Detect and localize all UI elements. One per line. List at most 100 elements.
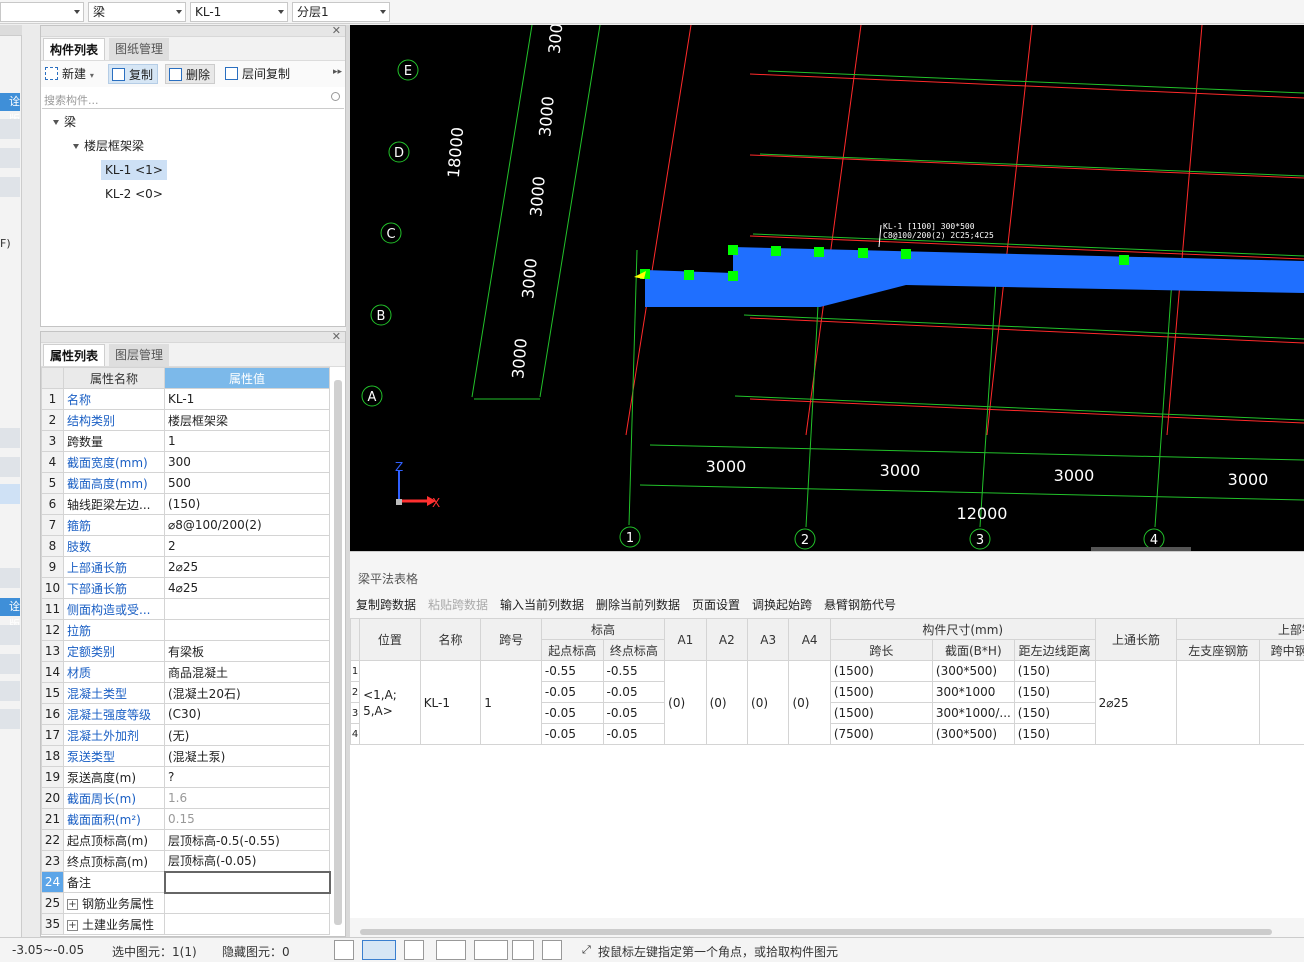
delete-button[interactable]: 删除 bbox=[165, 64, 216, 84]
ortho-toggle-icon[interactable] bbox=[334, 940, 354, 960]
property-value[interactable]: 300 bbox=[164, 451, 330, 473]
property-row[interactable]: 4 截面宽度(mm) 300 bbox=[41, 451, 330, 473]
property-row[interactable]: 25 + 钢筋业务属性 bbox=[41, 892, 330, 914]
property-value[interactable] bbox=[164, 913, 330, 935]
select-mode-icon[interactable] bbox=[362, 940, 396, 960]
property-row[interactable]: 16 混凝土强度等级 (C30) bbox=[41, 703, 330, 725]
top-through-cell[interactable]: 2⌀25 bbox=[1094, 660, 1178, 745]
position-cell[interactable]: <1,A; 5,A> bbox=[359, 660, 421, 745]
property-row[interactable]: 3 跨数量 1 bbox=[41, 430, 330, 452]
tab-layer-manager[interactable]: 图层管理 bbox=[109, 344, 170, 366]
type-combo[interactable]: 梁 bbox=[88, 2, 186, 22]
left-seat-cell[interactable] bbox=[1176, 660, 1261, 745]
arc-tool-icon[interactable] bbox=[542, 940, 562, 960]
a2-cell[interactable]: (0) bbox=[705, 660, 749, 745]
property-row[interactable]: 11 侧面构造或受... bbox=[41, 598, 330, 620]
a1-cell[interactable]: (0) bbox=[664, 660, 707, 745]
beam-table-hscrollbar[interactable] bbox=[360, 929, 1272, 935]
tree-item-kl2[interactable]: KL-2 <0> bbox=[105, 184, 163, 204]
strip-tag-2[interactable]: 诠版 bbox=[0, 598, 20, 631]
strip-item[interactable] bbox=[0, 177, 20, 197]
copy-span-data-button[interactable]: 复制跨数据 bbox=[356, 596, 416, 613]
tab-component-list[interactable]: 构件列表 bbox=[43, 38, 106, 60]
property-value[interactable]: (混凝土20石) bbox=[164, 682, 330, 704]
angle-snap-icon[interactable] bbox=[436, 940, 466, 960]
offset-cell[interactable]: (150) bbox=[1013, 723, 1096, 745]
span-length-cell[interactable]: (1500) bbox=[829, 681, 933, 703]
tab-property-list[interactable]: 属性列表 bbox=[43, 344, 106, 366]
copy-button[interactable]: 复制 bbox=[108, 64, 159, 84]
component-combo[interactable]: KL-1 bbox=[190, 2, 288, 22]
property-row[interactable]: 13 定额类别 有梁板 bbox=[41, 640, 330, 662]
property-value[interactable]: ? bbox=[164, 766, 330, 788]
property-value[interactable]: 楼层框架梁 bbox=[164, 409, 330, 431]
property-row[interactable]: 2 结构类别 楼层框架梁 bbox=[41, 409, 330, 431]
a3-cell[interactable]: (0) bbox=[747, 660, 790, 745]
new-button[interactable]: 新建 ▾ bbox=[42, 64, 98, 84]
input-column-data-button[interactable]: 输入当前列数据 bbox=[500, 596, 584, 613]
beam-kl1[interactable] bbox=[645, 247, 1304, 307]
property-value[interactable]: KL-1 bbox=[164, 388, 330, 410]
span-cell[interactable]: 1 bbox=[480, 660, 542, 745]
strip-item[interactable] bbox=[0, 428, 20, 448]
cantilever-rebar-code-button[interactable]: 悬臂钢筋代号 bbox=[824, 596, 896, 613]
strip-item[interactable] bbox=[0, 654, 20, 674]
strip-item[interactable] bbox=[0, 709, 20, 729]
component-search-input[interactable]: 搜索构件... bbox=[42, 89, 344, 109]
property-row[interactable]: 8 肢数 2 bbox=[41, 535, 330, 557]
section-cell[interactable]: (300*500) bbox=[931, 660, 1015, 682]
elev-end-cell[interactable]: -0.05 bbox=[602, 702, 666, 724]
property-row[interactable]: 24 备注 bbox=[41, 870, 331, 894]
property-row[interactable]: 10 下部通长筋 4⌀25 bbox=[41, 577, 330, 599]
offset-cell[interactable]: (150) bbox=[1013, 681, 1096, 703]
property-row[interactable]: 9 上部通长筋 2⌀25 bbox=[41, 556, 330, 578]
property-row[interactable]: 15 混凝土类型 (混凝土20石) bbox=[41, 682, 330, 704]
property-value[interactable] bbox=[164, 598, 330, 620]
close-icon[interactable]: ✕ bbox=[332, 24, 341, 37]
strip-item[interactable] bbox=[0, 148, 20, 168]
property-row[interactable]: 14 材质 商品混凝土 bbox=[41, 661, 330, 683]
section-cell[interactable]: (300*500) bbox=[931, 723, 1015, 745]
property-row[interactable]: 23 终点顶标高(m) 层顶标高(-0.05) bbox=[41, 850, 330, 872]
property-row[interactable]: 17 混凝土外加剂 (无) bbox=[41, 724, 330, 746]
property-value[interactable]: 2 bbox=[164, 535, 330, 557]
property-value[interactable]: (150) bbox=[164, 493, 330, 515]
layer-combo[interactable]: 分层1 bbox=[292, 2, 390, 22]
property-value[interactable]: 层顶标高-0.5(-0.55) bbox=[164, 829, 330, 851]
section-cell[interactable]: 300*1000/... bbox=[931, 702, 1015, 724]
elev-end-cell[interactable]: -0.55 bbox=[602, 660, 666, 682]
cross-select-icon[interactable] bbox=[404, 940, 424, 960]
property-row[interactable]: 1 名称 KL-1 bbox=[41, 388, 330, 410]
offset-cell[interactable]: (150) bbox=[1013, 702, 1096, 724]
property-value[interactable]: 2⌀25 bbox=[164, 556, 330, 578]
dynamic-input-icon[interactable] bbox=[512, 940, 534, 960]
property-scrollbar[interactable] bbox=[334, 380, 342, 925]
property-value[interactable]: 商品混凝土 bbox=[164, 661, 330, 683]
property-value[interactable]: 1.6 bbox=[164, 787, 330, 809]
elev-end-cell[interactable]: -0.05 bbox=[602, 723, 666, 745]
property-row[interactable]: 22 起点顶标高(m) 层顶标高-0.5(-0.55) bbox=[41, 829, 330, 851]
property-row[interactable]: 7 箍筋 ⌀8@100/200(2) bbox=[41, 514, 330, 536]
page-setup-button[interactable]: 页面设置 bbox=[692, 596, 740, 613]
drawing-svg[interactable]: E D C B A 1 2 3 4 300 3000 3000 3000 300… bbox=[350, 25, 1304, 551]
strip-item[interactable] bbox=[0, 625, 20, 645]
property-row[interactable]: 18 泵送类型 (混凝土泵) bbox=[41, 745, 330, 767]
elev-end-cell[interactable]: -0.05 bbox=[602, 681, 666, 703]
tab-drawing-manager[interactable]: 图纸管理 bbox=[109, 38, 170, 60]
expand-plus-icon[interactable]: + bbox=[67, 919, 78, 931]
more-icon[interactable]: ▸▸ bbox=[333, 67, 342, 77]
tree-item-kl1[interactable]: KL-1 <1> bbox=[101, 160, 167, 180]
span-length-cell[interactable]: (7500) bbox=[829, 723, 933, 745]
snap-mode-icon[interactable] bbox=[474, 940, 508, 960]
span-length-cell[interactable]: (1500) bbox=[829, 660, 933, 682]
property-value[interactable] bbox=[164, 892, 330, 914]
property-row[interactable]: 5 截面高度(mm) 500 bbox=[41, 472, 330, 494]
offset-cell[interactable]: (150) bbox=[1013, 660, 1096, 682]
floor-combo[interactable] bbox=[0, 2, 84, 22]
span-length-cell[interactable]: (1500) bbox=[829, 702, 933, 724]
strip-item[interactable] bbox=[0, 119, 20, 139]
property-value[interactable]: 0.15 bbox=[164, 808, 330, 830]
span-mid-cell[interactable] bbox=[1259, 660, 1304, 745]
property-value[interactable]: 有梁板 bbox=[164, 640, 330, 662]
floor-copy-button[interactable]: 层间复制 bbox=[222, 64, 294, 84]
